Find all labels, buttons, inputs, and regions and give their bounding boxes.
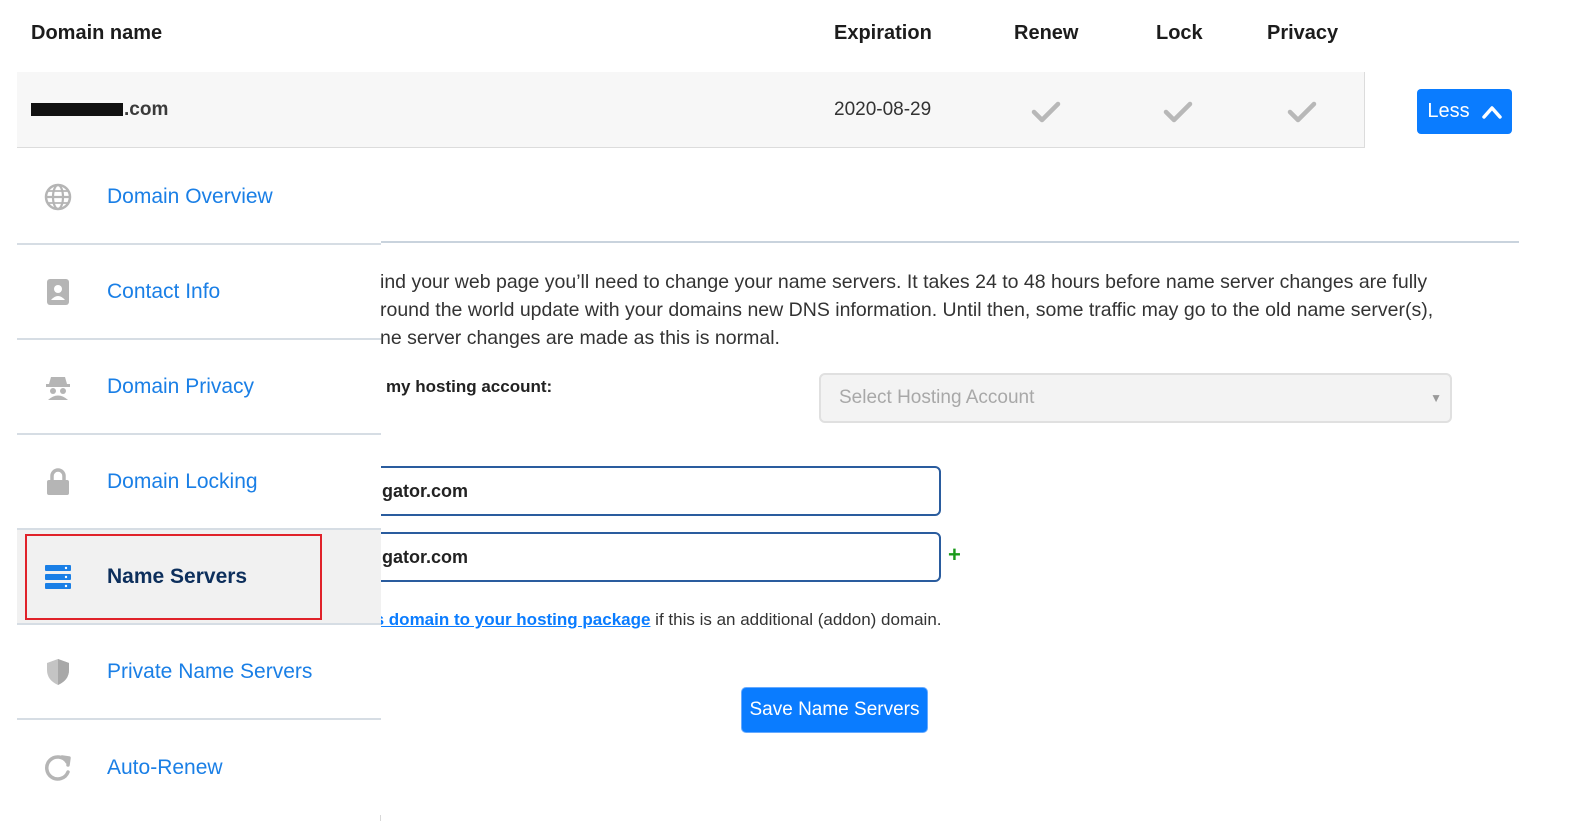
addon-note: to add this domain to your hosting packa…	[300, 610, 942, 630]
sidebar-item-label: Domain Overview	[107, 184, 273, 208]
chevron-up-icon	[1481, 105, 1502, 119]
redaction-bar	[31, 103, 123, 117]
less-label: Less	[1427, 100, 1470, 122]
header-renew: Renew	[1014, 22, 1079, 44]
refresh-icon	[43, 753, 73, 783]
domain-row: .com 2020-08-29	[17, 72, 1365, 148]
sidebar-item-contact-info[interactable]: Contact Info	[17, 245, 381, 340]
domain-sidebar-menu: Domain Overview Contact Info Domain Priv…	[17, 150, 381, 821]
header-lock: Lock	[1156, 22, 1203, 44]
sidebar-item-auto-renew[interactable]: Auto-Renew	[17, 720, 381, 815]
sidebar-item-name-servers[interactable]: Name Servers	[17, 530, 381, 625]
hosting-select-placeholder: Select Hosting Account	[839, 387, 1035, 408]
active-item-highlight	[25, 534, 322, 620]
header-domain-name: Domain name	[31, 22, 163, 44]
contact-card-icon	[43, 277, 73, 307]
sidebar-item-domain-privacy[interactable]: Domain Privacy	[17, 340, 381, 435]
sidebar-item-label: Domain Privacy	[107, 374, 255, 398]
spy-icon	[43, 372, 73, 402]
globe-icon	[43, 182, 73, 212]
shield-icon	[43, 657, 73, 687]
header-privacy: Privacy	[1267, 22, 1339, 44]
expiration-date: 2020-08-29	[834, 99, 932, 120]
less-button[interactable]: Less	[1417, 89, 1512, 134]
check-icon	[1287, 101, 1317, 123]
sidebar-item-private-name-servers[interactable]: Private Name Servers	[17, 625, 381, 720]
sidebar-item-label: Private Name Servers	[107, 659, 313, 683]
lock-icon	[43, 467, 73, 497]
domain-name: .com	[31, 99, 168, 121]
add-name-server-icon[interactable]: +	[948, 544, 961, 566]
domain-management-page: Domain name Expiration Renew Lock Privac…	[0, 0, 1575, 821]
save-name-servers-button[interactable]: Save Name Servers	[741, 687, 928, 733]
sidebar-item-label: Auto-Renew	[107, 755, 223, 779]
domain-suffix: .com	[124, 99, 169, 120]
sidebar-item-label: Domain Locking	[107, 469, 258, 493]
check-icon	[1163, 101, 1193, 123]
sidebar-item-domain-overview[interactable]: Domain Overview	[17, 150, 381, 245]
check-icon	[1031, 101, 1061, 123]
header-expiration: Expiration	[834, 22, 932, 44]
sidebar-item-domain-locking[interactable]: Domain Locking	[17, 435, 381, 530]
note-suffix: if this is an additional (addon) domain.	[650, 610, 942, 629]
sidebar-item-label: Contact Info	[107, 279, 221, 303]
dropdown-arrow-icon: ▼	[1430, 391, 1442, 405]
hosting-account-select[interactable]: Select Hosting Account ▼	[819, 373, 1452, 423]
